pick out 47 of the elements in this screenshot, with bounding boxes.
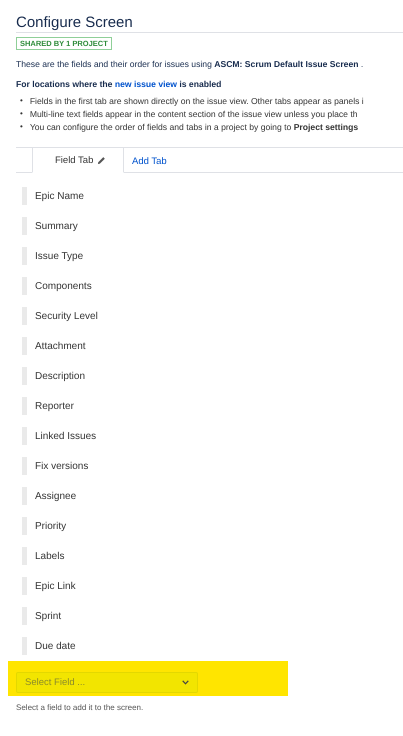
note-item: Fields in the first tab are shown directly on the issue view. Other tabs appear as panels i [30, 96, 364, 106]
field-name: Due date [35, 640, 76, 652]
drag-handle-icon[interactable] [22, 277, 27, 295]
field-name: Linked Issues [35, 430, 96, 442]
note-item: Multi-line text fields appear in the content section of the issue view unless you place th [30, 109, 358, 119]
intro-text: These are the fields and their order for issues using ASCM: Scrum Default Issue Screen . [16, 59, 364, 69]
helper-text: Select a field to add it to the screen. [16, 703, 144, 712]
new-issue-view-link[interactable]: new issue view [114, 79, 177, 89]
field-name: Issue Type [35, 250, 84, 262]
drag-handle-icon[interactable] [22, 517, 27, 535]
field-name: Reporter [35, 400, 74, 412]
drag-handle-icon[interactable] [22, 367, 27, 385]
field-name: Components [35, 280, 92, 292]
bullet: • [20, 109, 23, 119]
field-name: Security Level [35, 310, 98, 322]
field-name: Assignee [35, 490, 76, 502]
field-name: Epic Name [35, 190, 84, 202]
pencil-icon[interactable] [97, 156, 106, 164]
field-name: Epic Link [35, 580, 76, 592]
field-name: Description [35, 370, 86, 382]
drag-handle-icon[interactable] [22, 457, 27, 475]
drag-handle-icon[interactable] [22, 247, 27, 265]
field-name: Labels [35, 550, 64, 562]
drag-handle-icon[interactable] [22, 607, 27, 625]
bullet: • [20, 96, 23, 106]
drag-handle-icon[interactable] [22, 187, 27, 205]
bullet: • [20, 122, 23, 132]
chevron-down-icon[interactable] [182, 680, 189, 685]
drag-handle-icon[interactable] [22, 217, 27, 235]
page-title: Configure Screen [16, 14, 403, 33]
field-name: Summary [35, 220, 78, 232]
drag-handle-icon[interactable] [22, 487, 27, 505]
field-name: Priority [35, 520, 66, 532]
drag-handle-icon[interactable] [22, 547, 27, 565]
section-heading: For locations where the new issue view is enabled [16, 79, 222, 89]
drag-handle-icon[interactable] [22, 637, 27, 655]
drag-handle-icon[interactable] [22, 397, 27, 415]
note-item: You can configure the order of fields and tabs in a project by going to Project settings [30, 122, 358, 132]
add-tab-link[interactable]: Add Tab [124, 148, 175, 172]
field-name: Sprint [35, 610, 62, 622]
field-tab[interactable]: Field Tab [32, 148, 124, 173]
field-name: Fix versions [35, 460, 88, 472]
field-name: Attachment [35, 340, 86, 352]
drag-handle-icon[interactable] [22, 427, 27, 445]
drag-handle-icon[interactable] [22, 337, 27, 355]
drag-handle-icon[interactable] [22, 307, 27, 325]
drag-handle-icon[interactable] [22, 577, 27, 595]
